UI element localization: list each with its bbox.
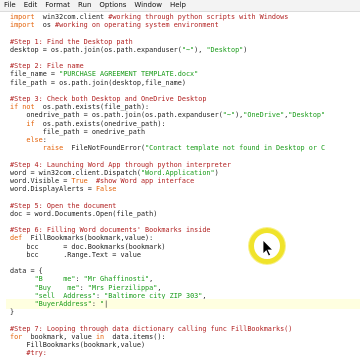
menu-bar: File Edit Format Run Options Window Help [0,0,360,12]
code-token: doc = word.Documents.Open(file_path) [10,209,158,218]
code-editor[interactable]: import win32com.client #working through … [0,12,360,360]
code-line[interactable]: word.DisplayAlerts = False [10,184,116,194]
menu-run[interactable]: Run [74,0,95,11]
code-line[interactable]: desktop = os.path.join(os.path.expanduse… [10,45,247,55]
menu-window[interactable]: Window [130,0,166,11]
code-token: word.DisplayAlerts = [10,185,96,194]
menu-format[interactable]: Format [41,0,74,11]
code-token: "Desktop" [288,111,326,120]
code-token: ) [243,45,248,54]
code-token: import [10,21,35,30]
code-token: "~" [181,45,195,54]
code-token: #working on operating system environment [55,21,219,30]
code-token: : [91,300,101,308]
code-line[interactable]: #try: [10,348,47,358]
code-line[interactable]: bcc .Range.Text = value [10,250,141,260]
code-token: | [104,300,109,308]
code-token: file_path = os.path.join(desktop,file_na… [10,78,186,87]
code-token: bcc .Range.Text = value [10,250,141,259]
code-line[interactable]: } [10,307,14,317]
code-token: os [34,21,56,30]
code-line[interactable]: doc = word.Documents.Open(file_path) [10,209,157,219]
code-line[interactable]: "BuyerAddress": "| [6,299,360,309]
code-token: ) [214,168,219,177]
code-line[interactable]: file_path = os.path.join(desktop,file_na… [10,78,186,88]
code-token: "Contract template not found in Desktop … [145,144,326,153]
code-token: "BuyerAddress" [34,300,92,308]
code-token: } [10,308,15,317]
menu-help[interactable]: Help [166,0,190,11]
code-token: desktop = os.path.join(os.path.expanduse… [10,45,182,54]
code-line[interactable]: raise FileNotFoundError("Contract templa… [10,143,325,153]
code-token: FileNotFoundError( [63,144,146,153]
code-token: #try: [26,349,47,358]
code-token: "Desktop" [206,45,244,54]
code-token: False [95,185,117,194]
code-token: ), [194,45,207,54]
menu-options[interactable]: Options [95,0,130,11]
code-token: "~" [222,111,236,120]
menu-edit[interactable]: Edit [20,0,42,11]
code-token: "OneDrive" [243,111,285,120]
code-token: raise [42,144,64,153]
menu-file[interactable]: File [0,0,20,11]
mouse-pointer-icon [262,239,274,257]
code-line[interactable]: import os #working on operating system e… [10,20,219,30]
